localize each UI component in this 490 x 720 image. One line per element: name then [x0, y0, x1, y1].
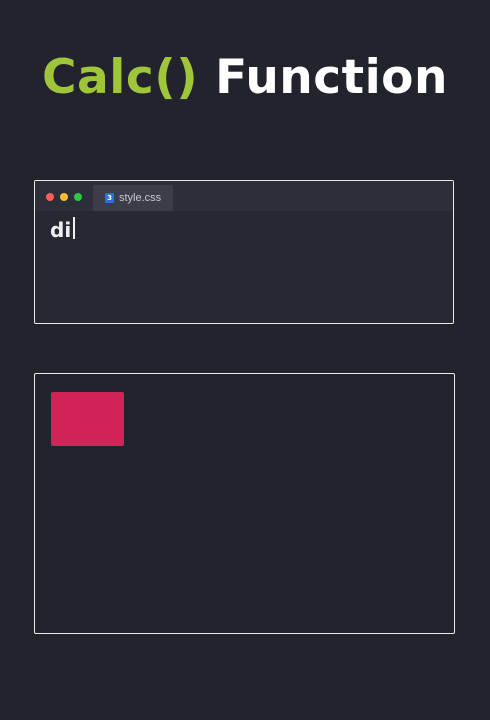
- css3-icon: 3: [105, 193, 114, 203]
- code-text[interactable]: di: [50, 219, 71, 241]
- maximize-window-dot[interactable]: [74, 193, 82, 201]
- title-accent: Calc(): [42, 50, 199, 105]
- minimize-window-dot[interactable]: [60, 193, 68, 201]
- preview-panel: [34, 373, 455, 634]
- text-cursor: [73, 217, 75, 239]
- pink-box: [51, 392, 124, 446]
- tab-label: style.css: [119, 192, 162, 204]
- close-window-dot[interactable]: [46, 193, 54, 201]
- page-title: Calc() Function: [0, 50, 490, 106]
- title-rest: Function: [215, 50, 448, 105]
- code-editor-window[interactable]: 3 style.css di: [34, 180, 454, 324]
- tab-style-css[interactable]: 3 style.css: [93, 185, 173, 211]
- editor-title-bar: 3 style.css: [35, 181, 453, 211]
